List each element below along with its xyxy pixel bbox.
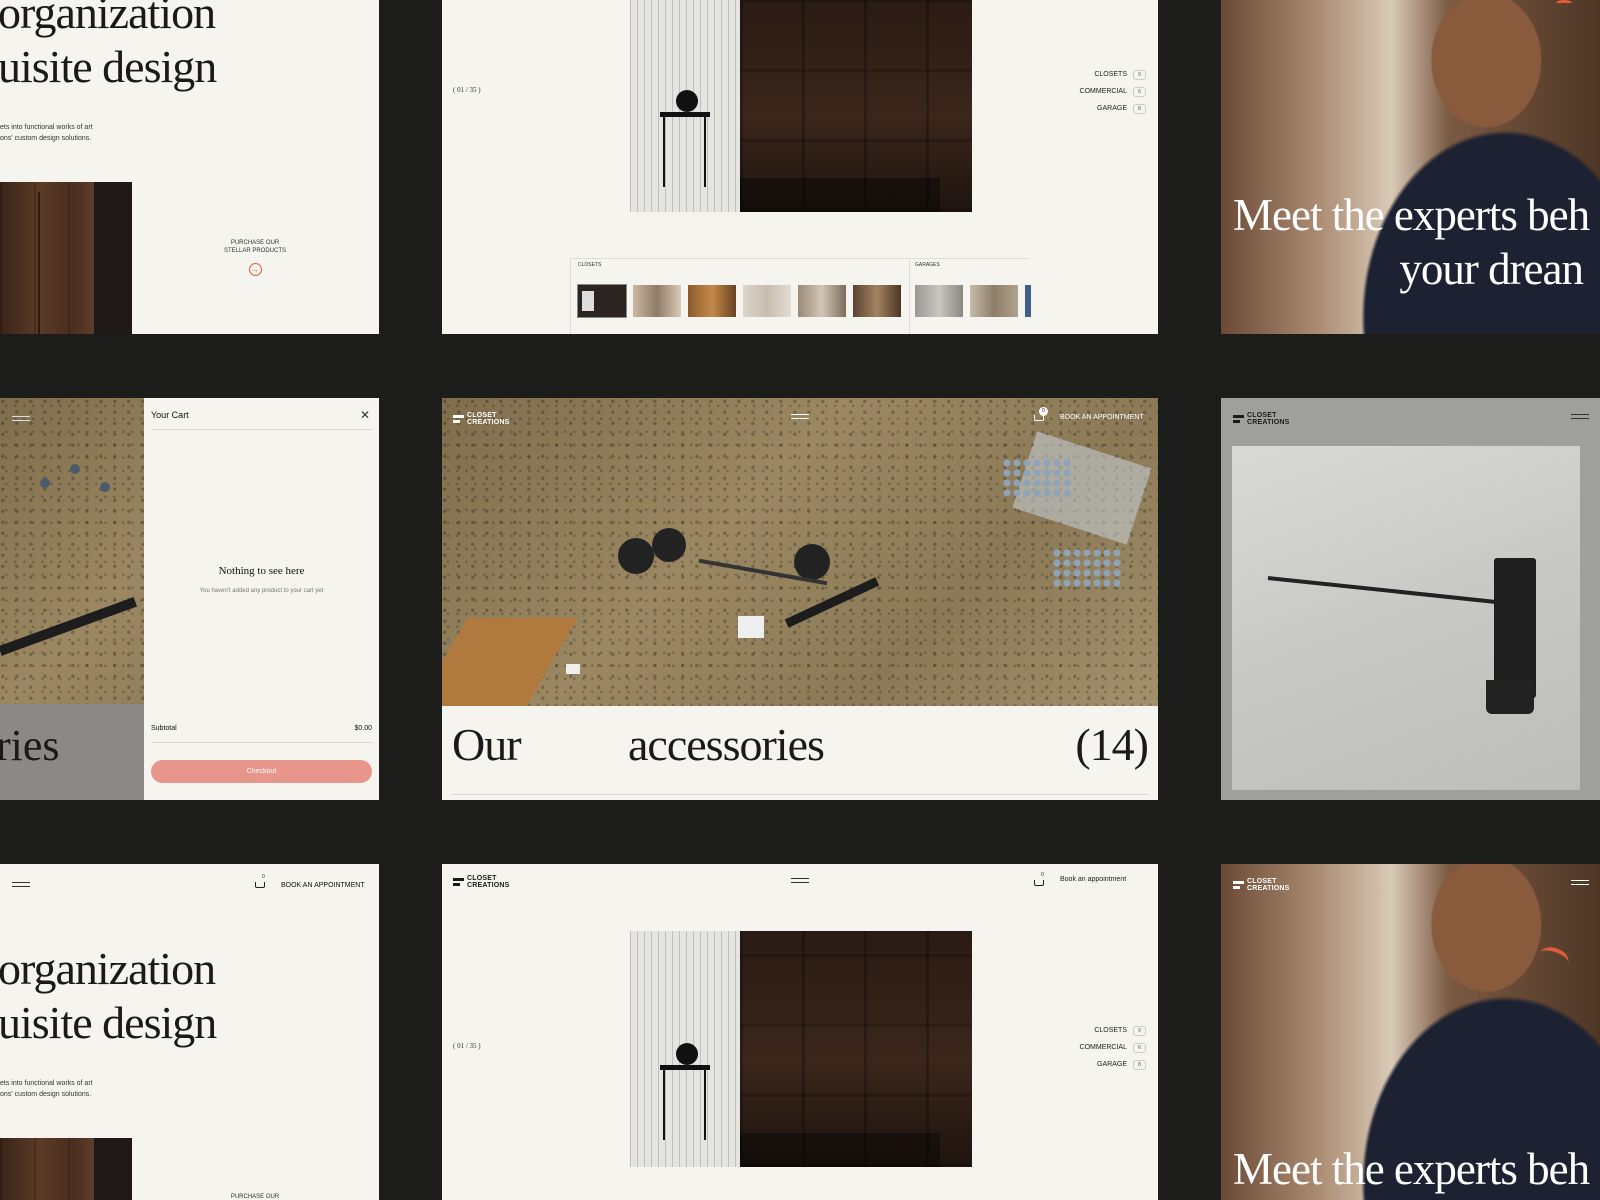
- gallery-counter: ( 01 / 35 ): [453, 86, 481, 94]
- thumbnail[interactable]: [688, 285, 736, 317]
- hero-card-bottom: 0 BOOK AN APPOINTMENT organization uisit…: [0, 864, 379, 1200]
- gallery-filters: CLOSETS 9 COMMERCIAL 6 GARAGE 8: [1042, 66, 1146, 117]
- hook-image: [1232, 446, 1580, 790]
- cart-drawer: Your Cart ✕ Nothing to see here You have…: [144, 398, 379, 800]
- logo-mark-icon: [453, 877, 464, 887]
- book-appointment-link[interactable]: BOOK AN APPOINTMENT: [1060, 414, 1144, 421]
- filter-garage[interactable]: GARAGE 8: [1042, 100, 1146, 117]
- accessories-card: CLOSET CREATIONS 0 BOOK AN APPOINTMENT Ou…: [442, 398, 1158, 800]
- book-appointment-link[interactable]: Book an appointment: [1060, 876, 1126, 883]
- strip-label-garages: GARAGES: [915, 262, 940, 268]
- gallery-main-image: [630, 931, 972, 1167]
- cart-count-badge: 0: [1039, 407, 1048, 416]
- logo-mark-icon: [453, 414, 464, 424]
- filter-closets[interactable]: CLOSETS 9: [1042, 66, 1146, 83]
- thumbnail[interactable]: [853, 285, 901, 317]
- gallery-card-bottom: CLOSET CREATIONS 0 Book an appointment ( …: [442, 864, 1158, 1200]
- experts-card-top: Meet the experts beh your drean: [1221, 0, 1600, 334]
- cart-empty-sub: You haven't added any product to your ca…: [199, 588, 324, 594]
- cart-icon[interactable]: [253, 880, 265, 889]
- menu-icon[interactable]: [12, 416, 30, 421]
- gallery-main-image: [630, 0, 972, 212]
- cart-card: ries Your Cart ✕ Nothing to see here You…: [0, 398, 379, 800]
- accessories-count: (14): [1075, 719, 1149, 770]
- accessories-word-accessories: accessories: [628, 719, 825, 770]
- thumbnail[interactable]: [915, 285, 963, 317]
- hero-body: ets into functional works of art ons' cu…: [0, 1080, 93, 1098]
- cart-icon[interactable]: [1032, 878, 1044, 887]
- partial-heading: ries: [0, 721, 60, 770]
- gallery-filters: CLOSETS 9 COMMERCIAL 6 GARAGE 8: [1042, 1022, 1146, 1073]
- hero-heading: organization uisite design: [0, 0, 217, 92]
- thumbnail[interactable]: [970, 285, 1018, 317]
- purchase-link[interactable]: PURCHASE OUR: [214, 1194, 296, 1200]
- close-icon[interactable]: ✕: [360, 408, 370, 422]
- cart-count-badge: 0: [262, 874, 265, 880]
- menu-icon[interactable]: [1571, 880, 1589, 885]
- accessories-word-our: Our: [452, 719, 522, 770]
- filter-closets[interactable]: CLOSETS 9: [1042, 1022, 1146, 1039]
- brand-logo[interactable]: CLOSET CREATIONS: [453, 875, 510, 889]
- book-appointment-link[interactable]: BOOK AN APPOINTMENT: [281, 882, 365, 889]
- logo-mark-icon: [1233, 880, 1244, 890]
- experts-card-bottom: CLOSET CREATIONS Meet the experts beh: [1221, 864, 1600, 1200]
- thumbnail[interactable]: [633, 285, 681, 317]
- filter-commercial[interactable]: COMMERCIAL 6: [1042, 1039, 1146, 1056]
- strip-label-closets: CLOSETS: [578, 262, 602, 268]
- thumbnail[interactable]: [743, 285, 791, 317]
- chair-shape: [676, 90, 698, 112]
- hero-image: [0, 1138, 132, 1200]
- brand-logo[interactable]: CLOSET CREATIONS: [1233, 412, 1290, 426]
- experts-heading: Meet the experts beh: [1233, 1144, 1590, 1194]
- thumbnail[interactable]: [577, 284, 627, 318]
- cart-title: Your Cart: [151, 410, 189, 420]
- cart-count-badge: 0: [1041, 872, 1044, 878]
- purchase-link[interactable]: PURCHASE OUR STELLAR PRODUCTS →: [214, 239, 296, 276]
- menu-icon[interactable]: [791, 414, 809, 419]
- logo-mark-icon: [1233, 414, 1244, 424]
- subtotal-label: Subtotal: [151, 725, 177, 732]
- hero-image: [0, 182, 132, 334]
- thumbnail[interactable]: [798, 285, 846, 317]
- bolt-cluster: [40, 458, 120, 518]
- filter-commercial[interactable]: COMMERCIAL 6: [1042, 83, 1146, 100]
- accessories-image: [442, 398, 1158, 706]
- filter-garage[interactable]: GARAGE 8: [1042, 1056, 1146, 1073]
- arrow-right-icon[interactable]: →: [248, 263, 262, 276]
- brand-logo[interactable]: CLOSET CREATIONS: [453, 412, 510, 426]
- thumbnail[interactable]: [1025, 285, 1031, 317]
- menu-icon[interactable]: [791, 878, 809, 883]
- menu-icon[interactable]: [12, 882, 30, 887]
- hero-body: ets into functional works of art ons' cu…: [0, 124, 93, 142]
- experts-heading: Meet the experts beh your drean: [1233, 190, 1590, 294]
- hero-heading: organization uisite design: [0, 943, 217, 1048]
- hook-card: CLOSET CREATIONS: [1221, 398, 1600, 800]
- brand-logo[interactable]: CLOSET CREATIONS: [1233, 878, 1290, 892]
- subtotal-value: $0.00: [354, 725, 372, 732]
- hero-card-top: organization uisite design ets into func…: [0, 0, 379, 334]
- cart-empty-title: Nothing to see here: [218, 565, 305, 577]
- menu-icon[interactable]: [1571, 414, 1589, 419]
- checkout-button[interactable]: Checkout: [151, 760, 372, 783]
- gallery-counter: ( 01 / 35 ): [453, 1042, 481, 1050]
- gallery-card-top: ( 01 / 35 ) CLOSETS 9 COMMERCIAL 6 GARAGE 8…: [442, 0, 1158, 334]
